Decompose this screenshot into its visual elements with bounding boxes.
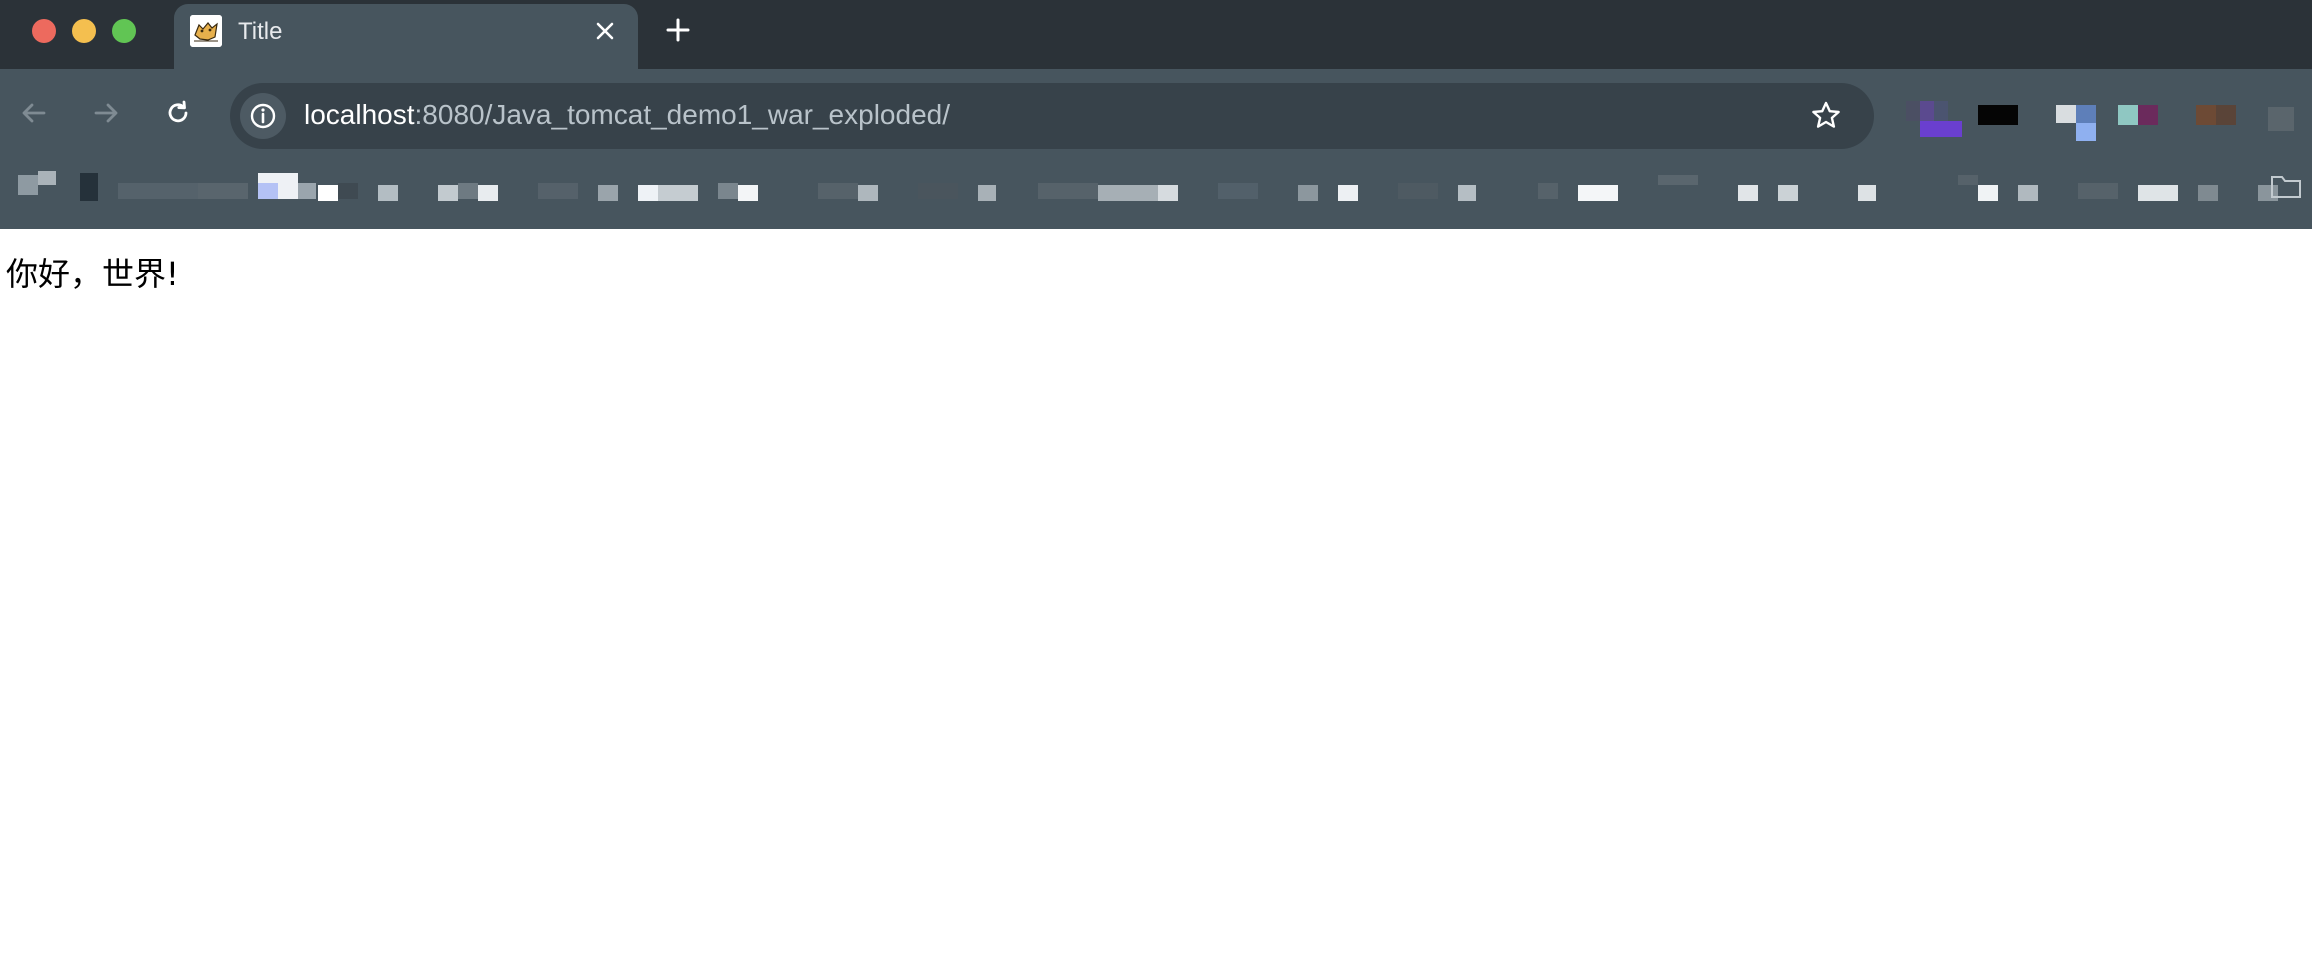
- extension-icon[interactable]: [1906, 101, 1962, 141]
- reload-button[interactable]: [158, 93, 198, 133]
- back-button[interactable]: [14, 93, 54, 133]
- tomcat-icon: [190, 15, 222, 47]
- plus-icon: [666, 18, 690, 42]
- browser-toolbar: localhost:8080/Java_tomcat_demo1_war_exp…: [0, 69, 2312, 161]
- url-path: :8080/Java_tomcat_demo1_war_exploded/: [414, 99, 950, 130]
- address-bar[interactable]: localhost:8080/Java_tomcat_demo1_war_exp…: [230, 83, 1874, 149]
- new-tab-button[interactable]: [662, 14, 694, 46]
- forward-button[interactable]: [86, 93, 126, 133]
- back-arrow-icon: [22, 103, 46, 123]
- window-maximize-button[interactable]: [112, 19, 136, 43]
- tab-close-icon[interactable]: [590, 16, 620, 46]
- obscured-bookmarks[interactable]: [0, 161, 2312, 229]
- window-close-button[interactable]: [32, 19, 56, 43]
- tab-title: Title: [238, 18, 283, 45]
- extension-icon[interactable]: [2056, 101, 2100, 141]
- url-host: localhost: [304, 99, 415, 130]
- bookmarks-bar: [0, 161, 2312, 229]
- star-icon: [1812, 101, 1840, 128]
- extension-icon[interactable]: [1978, 101, 2018, 141]
- info-icon: [250, 103, 276, 129]
- site-info-button[interactable]: [240, 93, 286, 139]
- window-minimize-button[interactable]: [72, 19, 96, 43]
- url-text[interactable]: localhost:8080/Java_tomcat_demo1_war_exp…: [304, 99, 950, 131]
- extension-icon[interactable]: [2118, 101, 2158, 141]
- page-content: 你好，世界!: [0, 229, 2312, 968]
- tab-shadow: [1652, 229, 1776, 235]
- reload-icon: [168, 100, 188, 123]
- forward-arrow-icon: [94, 103, 118, 123]
- tab-strip: Title: [0, 0, 2312, 69]
- page-greeting-text: 你好，世界!: [6, 255, 179, 293]
- bookmark-star-button[interactable]: [1808, 98, 1844, 134]
- tab-active[interactable]: Title: [174, 4, 638, 69]
- extension-puzzle-icon[interactable]: [2264, 101, 2304, 141]
- browser-window: Title localhost:8080/Java_tomcat_demo1_w…: [0, 0, 2312, 968]
- extension-icon[interactable]: [2196, 101, 2240, 141]
